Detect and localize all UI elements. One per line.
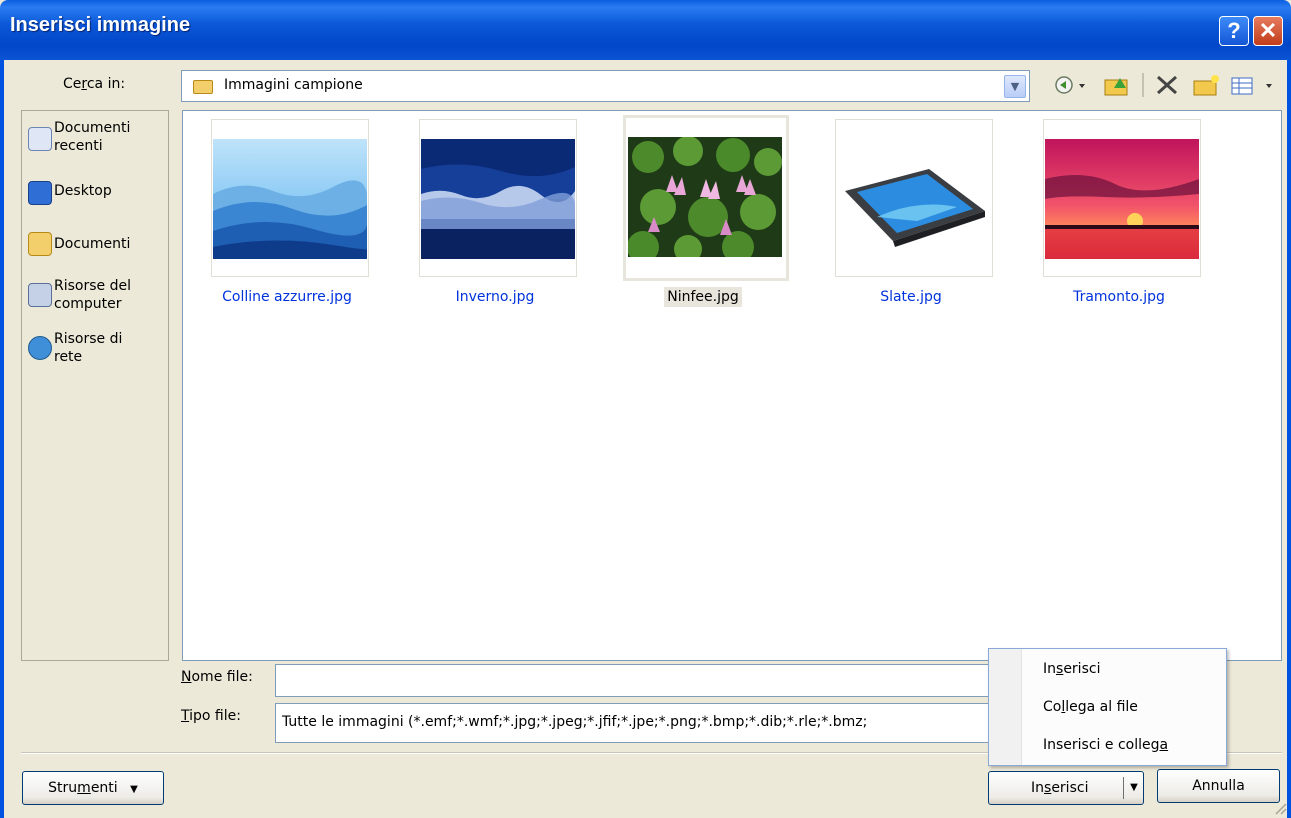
look-in-label: Cerca in: <box>63 76 126 92</box>
file-name[interactable]: Inverno.jpg <box>391 289 599 305</box>
network-icon <box>28 336 52 360</box>
file-thumbnail <box>419 119 577 277</box>
water-lilies-image <box>628 137 782 257</box>
folder-icon <box>193 80 213 94</box>
insert-options-menu: Inserisci Collega al file Inserisci e co… <box>988 648 1227 766</box>
look-in-combo[interactable]: Immagini campione ▼ <box>181 70 1030 102</box>
insert-dropdown-arrow[interactable]: ▼ <box>1125 772 1143 804</box>
up-folder-button[interactable] <box>1100 72 1134 98</box>
tablet-pc-image <box>837 139 991 259</box>
file-thumbnail <box>211 119 369 277</box>
delete-button[interactable] <box>1150 72 1184 98</box>
recent-documents-icon <box>28 127 52 151</box>
menu-icon-strip <box>989 649 1022 765</box>
resize-grip-icon[interactable] <box>1272 800 1288 816</box>
new-folder-button[interactable] <box>1190 72 1224 98</box>
file-view[interactable]: Colline azzurre.jpg Inverno.jpg Ninfee.j… <box>182 110 1282 661</box>
my-computer-icon <box>28 283 52 307</box>
insert-button[interactable]: Inserisci ▼ <box>988 771 1144 805</box>
places-bar: Documenti recenti Desktop Documenti Riso… <box>21 110 169 661</box>
file-item[interactable]: Inverno.jpg <box>391 119 587 315</box>
file-thumbnail <box>623 115 789 281</box>
blue-hills-image <box>213 139 367 259</box>
look-in-value: Immagini campione <box>224 77 363 93</box>
documents-icon <box>28 232 52 256</box>
file-name-input[interactable] <box>275 664 995 697</box>
help-button[interactable]: ? <box>1219 16 1249 46</box>
file-name[interactable]: Tramonto.jpg <box>1015 289 1223 305</box>
look-in-dropdown-button[interactable]: ▼ <box>1004 75 1026 98</box>
file-item[interactable]: Colline azzurre.jpg <box>183 119 379 315</box>
file-name[interactable]: Colline azzurre.jpg <box>183 289 391 305</box>
file-item[interactable]: Slate.jpg <box>807 119 1003 315</box>
back-icon <box>1055 76 1085 94</box>
file-thumbnail <box>835 119 993 277</box>
file-name[interactable]: Slate.jpg <box>807 289 1015 305</box>
winter-image <box>421 139 575 259</box>
window-title: Inserisci immagine <box>10 14 191 36</box>
sunset-image <box>1045 139 1199 259</box>
tools-button[interactable]: Strumenti ▼ <box>22 771 164 805</box>
chevron-down-icon: ▼ <box>130 784 138 795</box>
cancel-button[interactable]: Annulla <box>1157 769 1280 803</box>
file-name-label: Nome file: <box>181 669 253 685</box>
file-thumbnail <box>1043 119 1201 277</box>
file-name[interactable]: Ninfee.jpg <box>599 287 807 307</box>
desktop-icon <box>28 181 52 205</box>
toolbar-separator <box>1142 73 1144 97</box>
file-item-selected[interactable]: Ninfee.jpg <box>599 115 795 315</box>
views-button[interactable] <box>1228 72 1278 98</box>
views-icon <box>1231 77 1272 95</box>
delete-icon <box>1157 75 1177 95</box>
menu-item-insert[interactable]: Inserisci <box>1043 661 1100 677</box>
close-button[interactable]: ✕ <box>1253 16 1283 46</box>
title-bar[interactable]: Inserisci immagine ? ✕ <box>0 0 1291 60</box>
file-type-select[interactable]: Tutte le immagini (*.emf;*.wmf;*.jpg;*.j… <box>275 703 995 743</box>
menu-item-insert-and-link[interactable]: Inserisci e collega <box>1043 737 1168 753</box>
up-folder-icon <box>1104 78 1128 96</box>
insert-split-divider <box>1123 777 1124 799</box>
menu-item-link-to-file[interactable]: Collega al file <box>1043 699 1138 715</box>
back-button[interactable] <box>1052 72 1092 98</box>
new-folder-icon <box>1193 75 1219 96</box>
file-type-label: Tipo file: <box>181 708 241 724</box>
file-item[interactable]: Tramonto.jpg <box>1015 119 1211 315</box>
